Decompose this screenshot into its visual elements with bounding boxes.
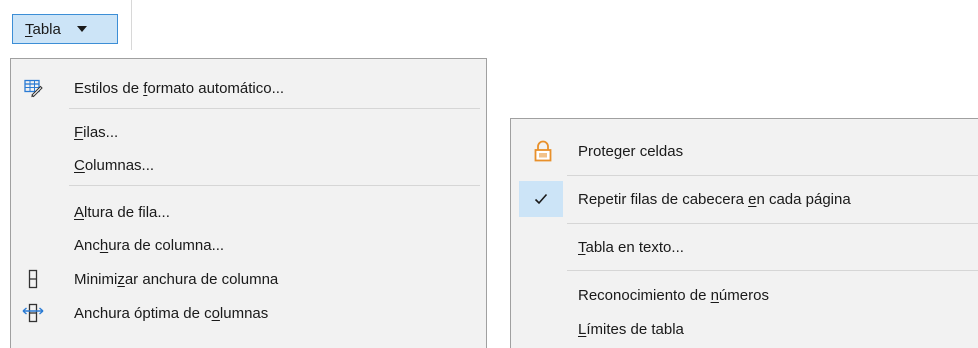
menu-item-optimal-column-width[interactable]: Anchura óptima de columnas: [11, 295, 486, 331]
menu-item-columns[interactable]: Columnas...: [11, 147, 486, 183]
menu-item-label: Altura de fila...: [74, 203, 170, 221]
menu-item-label: Anchura de columna...: [74, 236, 225, 254]
menu-item-autoformat-styles[interactable]: Estilos de formato automático...: [11, 70, 486, 106]
menu-item-label: Tabla en texto...: [578, 238, 684, 256]
check-icon: [519, 181, 563, 217]
menu-item-label: Estilos de formato automático...: [74, 79, 285, 97]
menu-item-rows[interactable]: Filas...: [11, 114, 486, 150]
menu-item-column-width[interactable]: Anchura de columna...: [11, 227, 486, 263]
minimize-column-width-icon: [11, 261, 55, 297]
protect-cells-lock-icon: [521, 133, 565, 169]
dropdown-arrow-icon: [76, 26, 87, 32]
menu-separator: [567, 223, 978, 224]
menu-item-label: Minimizar anchura de columna: [74, 270, 279, 288]
menu-item-label: Proteger celdas: [578, 142, 684, 160]
menu-item-minimize-column-width[interactable]: Minimizar anchura de columna: [11, 261, 486, 297]
menu-item-label: Columnas...: [74, 156, 155, 174]
optimal-column-width-icon: [11, 295, 55, 331]
menu-item-label: Anchura óptima de columnas: [74, 304, 269, 322]
menu-item-row-height[interactable]: Altura de fila...: [11, 194, 486, 230]
menu-item-label: Repetir filas de cabecera en cada página: [578, 190, 851, 208]
menu-separator: [567, 270, 978, 271]
menu-item-protect-cells[interactable]: Proteger celdas: [511, 133, 978, 169]
menu-separator: [69, 108, 480, 109]
tabla-dropdown-menu-continued: Proteger celdas Repetir filas de cabecer…: [510, 118, 978, 348]
menu-item-label: Reconocimiento de números: [578, 286, 769, 304]
menu-item-label: Límites de tabla: [578, 320, 684, 338]
menubar-separator: [131, 0, 132, 50]
menu-separator: [69, 185, 480, 186]
menu-separator: [567, 175, 978, 176]
menu-item-label: Filas...: [74, 123, 119, 141]
menu-item-table-to-text[interactable]: Tabla en texto...: [511, 229, 978, 265]
tabla-menu-label: Tabla: [25, 20, 61, 38]
tabla-dropdown-menu: Estilos de formato automático... Filas..…: [10, 58, 487, 348]
tabla-menu-button[interactable]: Tabla: [12, 14, 118, 44]
menu-item-number-recognition[interactable]: Reconocimiento de números: [511, 277, 978, 313]
autoformat-styles-icon: [11, 70, 55, 106]
menu-item-repeat-heading-rows[interactable]: Repetir filas de cabecera en cada página: [511, 181, 978, 217]
